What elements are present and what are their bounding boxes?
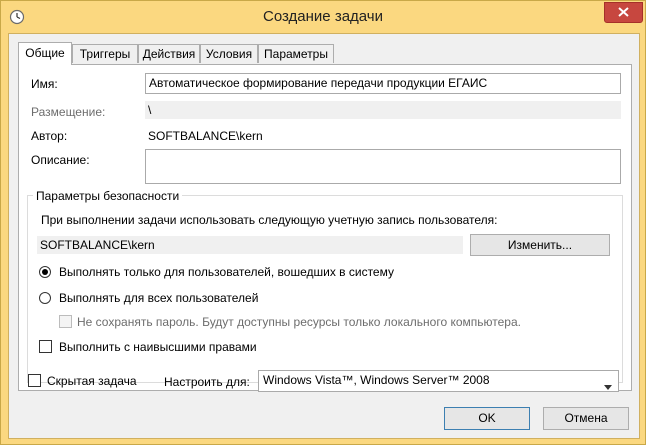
highest-privileges-label[interactable]: Выполнить с наивысшими правами bbox=[59, 340, 257, 354]
tab-settings[interactable]: Параметры bbox=[258, 44, 334, 63]
hidden-task-checkbox[interactable] bbox=[28, 374, 41, 387]
dialog-window: Создание задачи Общие Триггеры Действия … bbox=[0, 0, 646, 445]
security-group-title: Параметры безопасности bbox=[33, 189, 183, 203]
description-field[interactable] bbox=[145, 149, 621, 184]
no-store-password-label: Не сохранять пароль. Будут доступны ресу… bbox=[77, 315, 521, 329]
radio-all-users-label[interactable]: Выполнять для всех пользователей bbox=[59, 291, 258, 305]
radio-all-users[interactable] bbox=[39, 292, 51, 304]
close-button[interactable] bbox=[604, 2, 643, 23]
account-prompt: При выполнении задачи использовать следу… bbox=[41, 213, 498, 227]
cancel-button[interactable]: Отмена bbox=[543, 407, 629, 430]
radio-selected-dot bbox=[42, 269, 48, 275]
close-icon bbox=[618, 7, 629, 17]
configure-for-value: Windows Vista™, Windows Server™ 2008 bbox=[263, 373, 490, 387]
tab-triggers[interactable]: Триггеры bbox=[72, 44, 138, 63]
hidden-task-label[interactable]: Скрытая задача bbox=[47, 374, 137, 388]
account-value: SOFTBALANCE\kern bbox=[37, 236, 463, 254]
ok-button[interactable]: OK bbox=[444, 407, 530, 430]
general-tab-panel: Имя: Автоматическое формирование передач… bbox=[18, 64, 632, 391]
tab-actions[interactable]: Действия bbox=[138, 44, 200, 63]
location-value: \ bbox=[145, 101, 621, 119]
title-bar[interactable]: Создание задачи bbox=[1, 1, 645, 33]
change-user-button[interactable]: Изменить... bbox=[470, 234, 610, 256]
highest-privileges-checkbox[interactable] bbox=[39, 340, 52, 353]
description-label: Описание: bbox=[31, 153, 90, 167]
radio-logged-on-only[interactable] bbox=[39, 266, 51, 278]
window-title: Создание задачи bbox=[263, 8, 383, 25]
dialog-client-area: Общие Триггеры Действия Условия Параметр… bbox=[8, 33, 640, 439]
no-store-password-checkbox[interactable] bbox=[59, 315, 72, 328]
chevron-down-icon bbox=[604, 379, 612, 393]
configure-for-label: Настроить для: bbox=[164, 375, 250, 389]
tab-conditions[interactable]: Условия bbox=[200, 44, 258, 63]
name-field[interactable]: Автоматическое формирование передачи про… bbox=[145, 73, 621, 94]
configure-for-select[interactable]: Windows Vista™, Windows Server™ 2008 bbox=[258, 370, 619, 392]
author-label: Автор: bbox=[31, 129, 68, 143]
radio-logged-on-label[interactable]: Выполнять только для пользователей, воше… bbox=[59, 265, 394, 279]
tab-general[interactable]: Общие bbox=[18, 42, 72, 65]
name-label: Имя: bbox=[31, 77, 58, 91]
author-value: SOFTBALANCE\kern bbox=[148, 129, 263, 143]
location-label: Размещение: bbox=[31, 105, 106, 119]
